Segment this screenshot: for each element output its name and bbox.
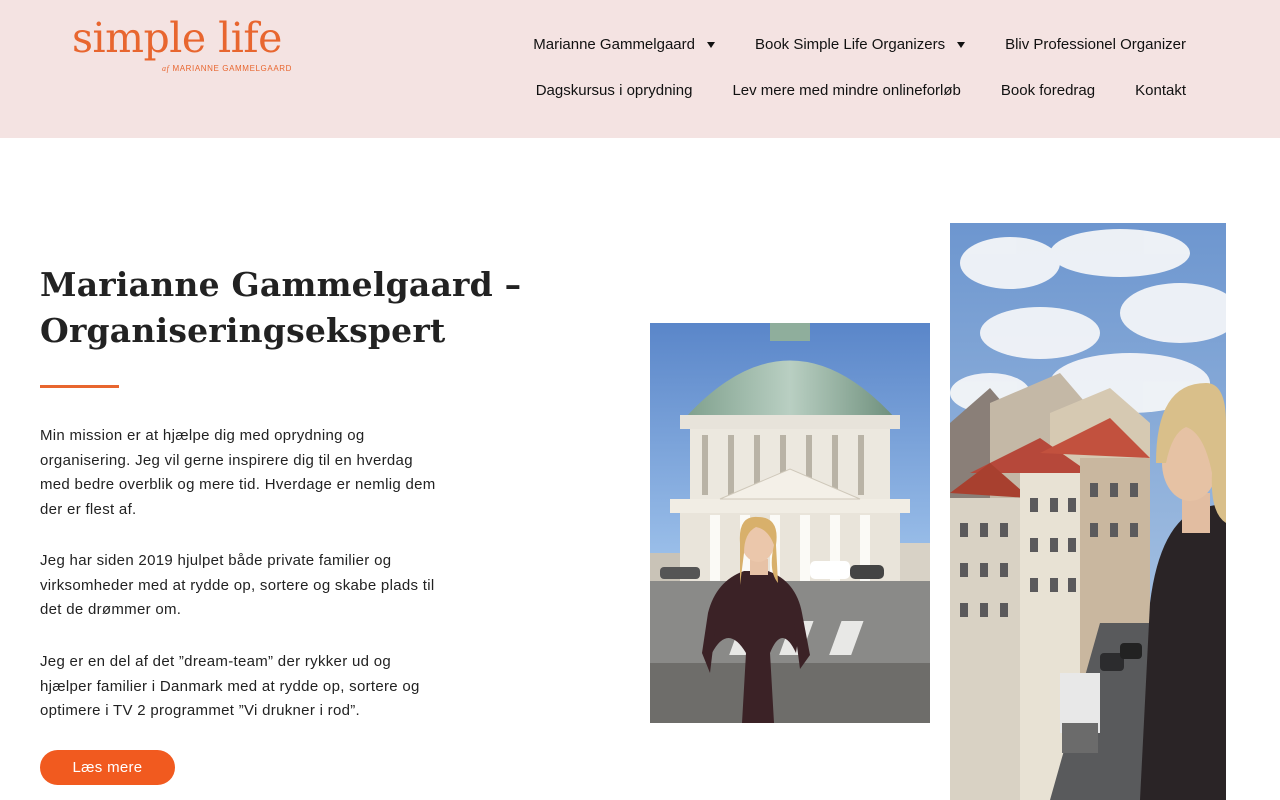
logo-subtitle: af MARIANNE GAMMELGAARD <box>162 64 292 73</box>
nav-item-book-foredrag[interactable]: Book foredrag <box>1001 80 1095 102</box>
nav-item-label: Marianne Gammelgaard <box>533 36 695 53</box>
photo-balcony-street <box>950 223 1226 800</box>
caret-down-icon <box>957 42 966 48</box>
nav-item-label: Bliv Professionel Organizer <box>1005 36 1186 53</box>
logo-sub-name: MARIANNE GAMMELGAARD <box>172 64 293 73</box>
nav-item-label: Book Simple Life Organizers <box>754 36 946 53</box>
nav-item-marianne-gammelgaard[interactable]: Marianne Gammelgaard <box>533 34 715 56</box>
site-logo[interactable]: simple life af MARIANNE GAMMELGAARD <box>72 14 291 76</box>
nav-item-label: Dagskursus i oprydning <box>535 82 693 99</box>
title-divider <box>40 385 119 388</box>
main-nav-row-1: Marianne Gammelgaard Book Simple Life Or… <box>426 34 1186 56</box>
tv-paragraph: Jeg er en del af det ”dream-team” der ry… <box>40 653 420 720</box>
nav-item-label: Kontakt <box>1135 82 1186 99</box>
intro-paragraph: Min mission er at hjælpe dig med oprydni… <box>40 427 436 519</box>
nav-item-kontakt[interactable]: Kontakt <box>1135 80 1186 102</box>
caret-down-icon <box>706 42 715 48</box>
experience-paragraph: Jeg har siden 2019 hjulpet både private … <box>40 552 435 619</box>
nav-item-label: Book foredrag <box>1000 82 1096 99</box>
nav-item-label: Lev mere med mindre onlineforløb <box>732 82 961 99</box>
page-title: Marianne Gammelgaard – Organiseringseksp… <box>40 265 522 350</box>
read-more-button[interactable]: Læs mere <box>40 750 175 785</box>
nav-item-book-simple-life-organizers[interactable]: Book Simple Life Organizers <box>754 34 966 56</box>
logo-sub-prefix: af <box>162 64 170 73</box>
nav-item-dagskursus[interactable]: Dagskursus i oprydning <box>536 80 693 102</box>
main-nav-row-2: Dagskursus i oprydning Lev mere med mind… <box>426 80 1186 102</box>
photo-marble-church <box>650 323 930 723</box>
nav-item-bliv-professionel-organizer[interactable]: Bliv Professionel Organizer <box>1005 34 1186 56</box>
site-header: simple life af MARIANNE GAMMELGAARD Maria… <box>0 0 1280 138</box>
logo-wordmark: simple life <box>72 14 282 62</box>
nav-item-lev-mere-med-mindre[interactable]: Lev mere med mindre onlineforløb <box>732 80 960 102</box>
